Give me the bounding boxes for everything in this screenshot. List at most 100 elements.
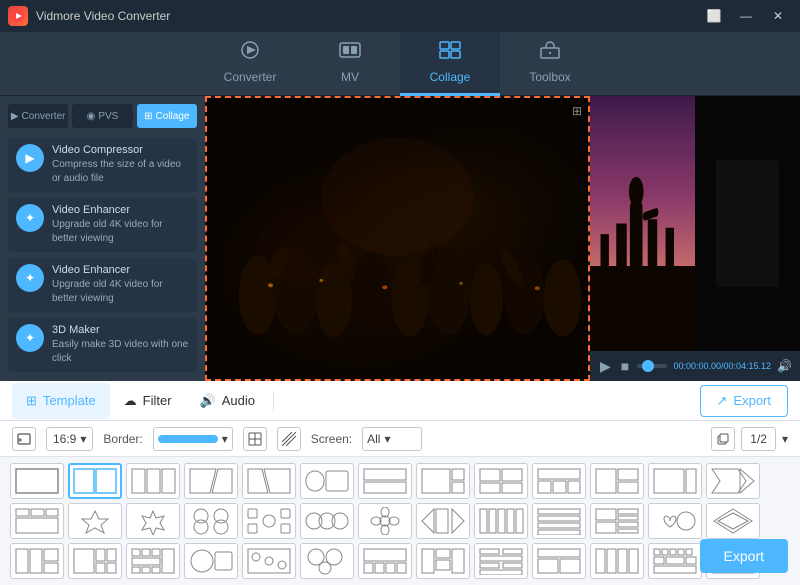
template-trapezoid-r[interactable] xyxy=(242,463,296,499)
template-2x2[interactable] xyxy=(474,463,528,499)
close-button[interactable]: ✕ xyxy=(764,6,792,26)
app-logo xyxy=(8,6,28,26)
volume-button[interactable]: 🔊 xyxy=(777,359,792,373)
template-split-v[interactable] xyxy=(68,463,122,499)
left-item-desc-2: Upgrade old 4K video for better viewing xyxy=(52,278,189,306)
left-item-title-0: Video Compressor xyxy=(52,144,189,156)
left-item-icon-1: ✦ xyxy=(16,204,44,232)
minimize-button[interactable]: ⬜ xyxy=(700,6,728,26)
template-2circles[interactable] xyxy=(300,543,354,579)
template-arrow-split[interactable] xyxy=(416,503,470,539)
left-item-icon-3: ✦ xyxy=(16,324,44,352)
app-title: Vidmore Video Converter xyxy=(36,9,170,23)
template-circle-sq[interactable] xyxy=(184,543,238,579)
center-video-svg xyxy=(207,98,588,379)
template-arrow[interactable] xyxy=(706,463,760,499)
template-button[interactable]: ⊞ Template xyxy=(12,383,110,419)
center-video-panel[interactable]: ⊞ xyxy=(205,96,590,381)
template-3cols-uneven[interactable] xyxy=(68,543,122,579)
template-3rows-stacked[interactable] xyxy=(10,543,64,579)
template-5grid[interactable] xyxy=(358,543,412,579)
nav-tabs: Converter MV Collage xyxy=(0,32,800,96)
left-panel-tabs: ▶ Converter ◉ PVS ⊞ Collage xyxy=(8,104,197,128)
hatch-icon[interactable] xyxy=(277,427,301,451)
template-wide-grid[interactable] xyxy=(532,543,586,579)
template-star6[interactable] xyxy=(126,503,180,539)
template-rect-dots[interactable] xyxy=(242,543,296,579)
template-2rows[interactable] xyxy=(590,463,644,499)
screen-selector[interactable]: All ▾ xyxy=(362,427,422,451)
template-flower[interactable] xyxy=(358,503,412,539)
export-toolbar-label: Export xyxy=(733,393,771,408)
video-controls: ▶ ■ 00:00:00.00/00:04:15.12 🔊 xyxy=(590,351,800,381)
template-bars-v[interactable] xyxy=(474,503,528,539)
export-toolbar-button[interactable]: ↗ Export xyxy=(700,385,788,417)
right-video-top xyxy=(590,96,800,351)
template-pill[interactable] xyxy=(300,463,354,499)
template-sidebar-r[interactable] xyxy=(648,463,702,499)
time-display: 00:00:00.00/00:04:15.12 xyxy=(673,361,771,371)
border-label: Border: xyxy=(103,432,142,446)
template-4bars[interactable] xyxy=(474,543,528,579)
template-trapezoid-l[interactable] xyxy=(184,463,238,499)
template-circle4[interactable] xyxy=(184,503,238,539)
template-4row[interactable] xyxy=(590,543,644,579)
template-complex1[interactable] xyxy=(648,543,702,579)
template-row-2 xyxy=(10,543,790,579)
audio-label: Audio xyxy=(222,393,255,408)
template-3col-h[interactable] xyxy=(532,463,586,499)
left-tab-pvs[interactable]: ◉ PVS xyxy=(72,104,132,128)
ratio-value: 16:9 xyxy=(53,432,76,446)
copy-icon[interactable] xyxy=(711,427,735,451)
template-bars-mix[interactable] xyxy=(590,503,644,539)
aspect-ratio-icon[interactable] xyxy=(12,427,36,451)
tab-converter-label: Converter xyxy=(224,70,277,84)
layout-icon[interactable] xyxy=(243,427,267,451)
template-small3[interactable] xyxy=(10,503,64,539)
tab-converter[interactable]: Converter xyxy=(200,32,300,96)
left-item-desc-1: Upgrade old 4K video for better viewing xyxy=(52,218,189,246)
left-tab-converter[interactable]: ▶ Converter xyxy=(8,104,68,128)
template-grid4[interactable] xyxy=(126,543,180,579)
left-item-icon-0: ▶ xyxy=(16,144,44,172)
tab-collage[interactable]: Collage xyxy=(400,32,500,96)
left-panel-item-1: ✦ Video Enhancer Upgrade old 4K video fo… xyxy=(8,198,197,252)
template-bars-h[interactable] xyxy=(532,503,586,539)
filter-button[interactable]: ☁ Filter xyxy=(110,383,186,419)
template-circles3[interactable] xyxy=(300,503,354,539)
right-video-svg xyxy=(590,96,695,351)
tab-mv[interactable]: MV xyxy=(300,32,400,96)
template-gear[interactable] xyxy=(242,503,296,539)
left-item-title-1: Video Enhancer xyxy=(52,204,189,216)
template-3panel[interactable] xyxy=(126,463,180,499)
stop-button[interactable]: ■ xyxy=(619,356,631,376)
main-export-button[interactable]: Export xyxy=(700,539,788,573)
left-tab-collage[interactable]: ⊞ Collage xyxy=(137,104,197,128)
progress-bar[interactable] xyxy=(637,364,667,368)
template-lr-split[interactable] xyxy=(416,463,470,499)
template-single[interactable] xyxy=(10,463,64,499)
border-selector[interactable]: ▾ xyxy=(153,427,233,451)
play-button[interactable]: ▶ xyxy=(598,356,613,377)
right-video-panel: ▶ ■ 00:00:00.00/00:04:15.12 🔊 xyxy=(590,96,800,381)
template-cross[interactable] xyxy=(416,543,470,579)
tab-mv-label: MV xyxy=(341,70,359,84)
left-panel-item-0: ▶ Video Compressor Compress the size of … xyxy=(8,138,197,192)
left-panel-item-2: ✦ Video Enhancer Upgrade old 4K video fo… xyxy=(8,258,197,312)
maximize-button[interactable]: — xyxy=(732,6,760,26)
template-row-0 xyxy=(10,463,790,499)
ratio-selector[interactable]: 16:9 ▾ xyxy=(46,427,93,451)
audio-button[interactable]: 🔊 Audio xyxy=(186,383,269,419)
main-content: ▶ Converter ◉ PVS ⊞ Collage ▶ Video Comp… xyxy=(0,96,800,518)
left-tab-pvs-label: PVS xyxy=(98,111,118,122)
left-tab-collage-label: Collage xyxy=(156,111,190,122)
template-diamond[interactable] xyxy=(706,503,760,539)
tab-toolbox[interactable]: Toolbox xyxy=(500,32,600,96)
right-video-left xyxy=(590,96,695,351)
template-3col[interactable] xyxy=(358,463,412,499)
options-bar: 16:9 ▾ Border: ▾ xyxy=(0,421,800,457)
left-panel-item-3: ✦ 3D Maker Easily make 3D video with one… xyxy=(8,318,197,372)
bottom-container: ⊞ Template ☁ Filter 🔊 Audio ↗ Export xyxy=(0,381,800,585)
template-star5[interactable] xyxy=(68,503,122,539)
template-heart-circle[interactable] xyxy=(648,503,702,539)
